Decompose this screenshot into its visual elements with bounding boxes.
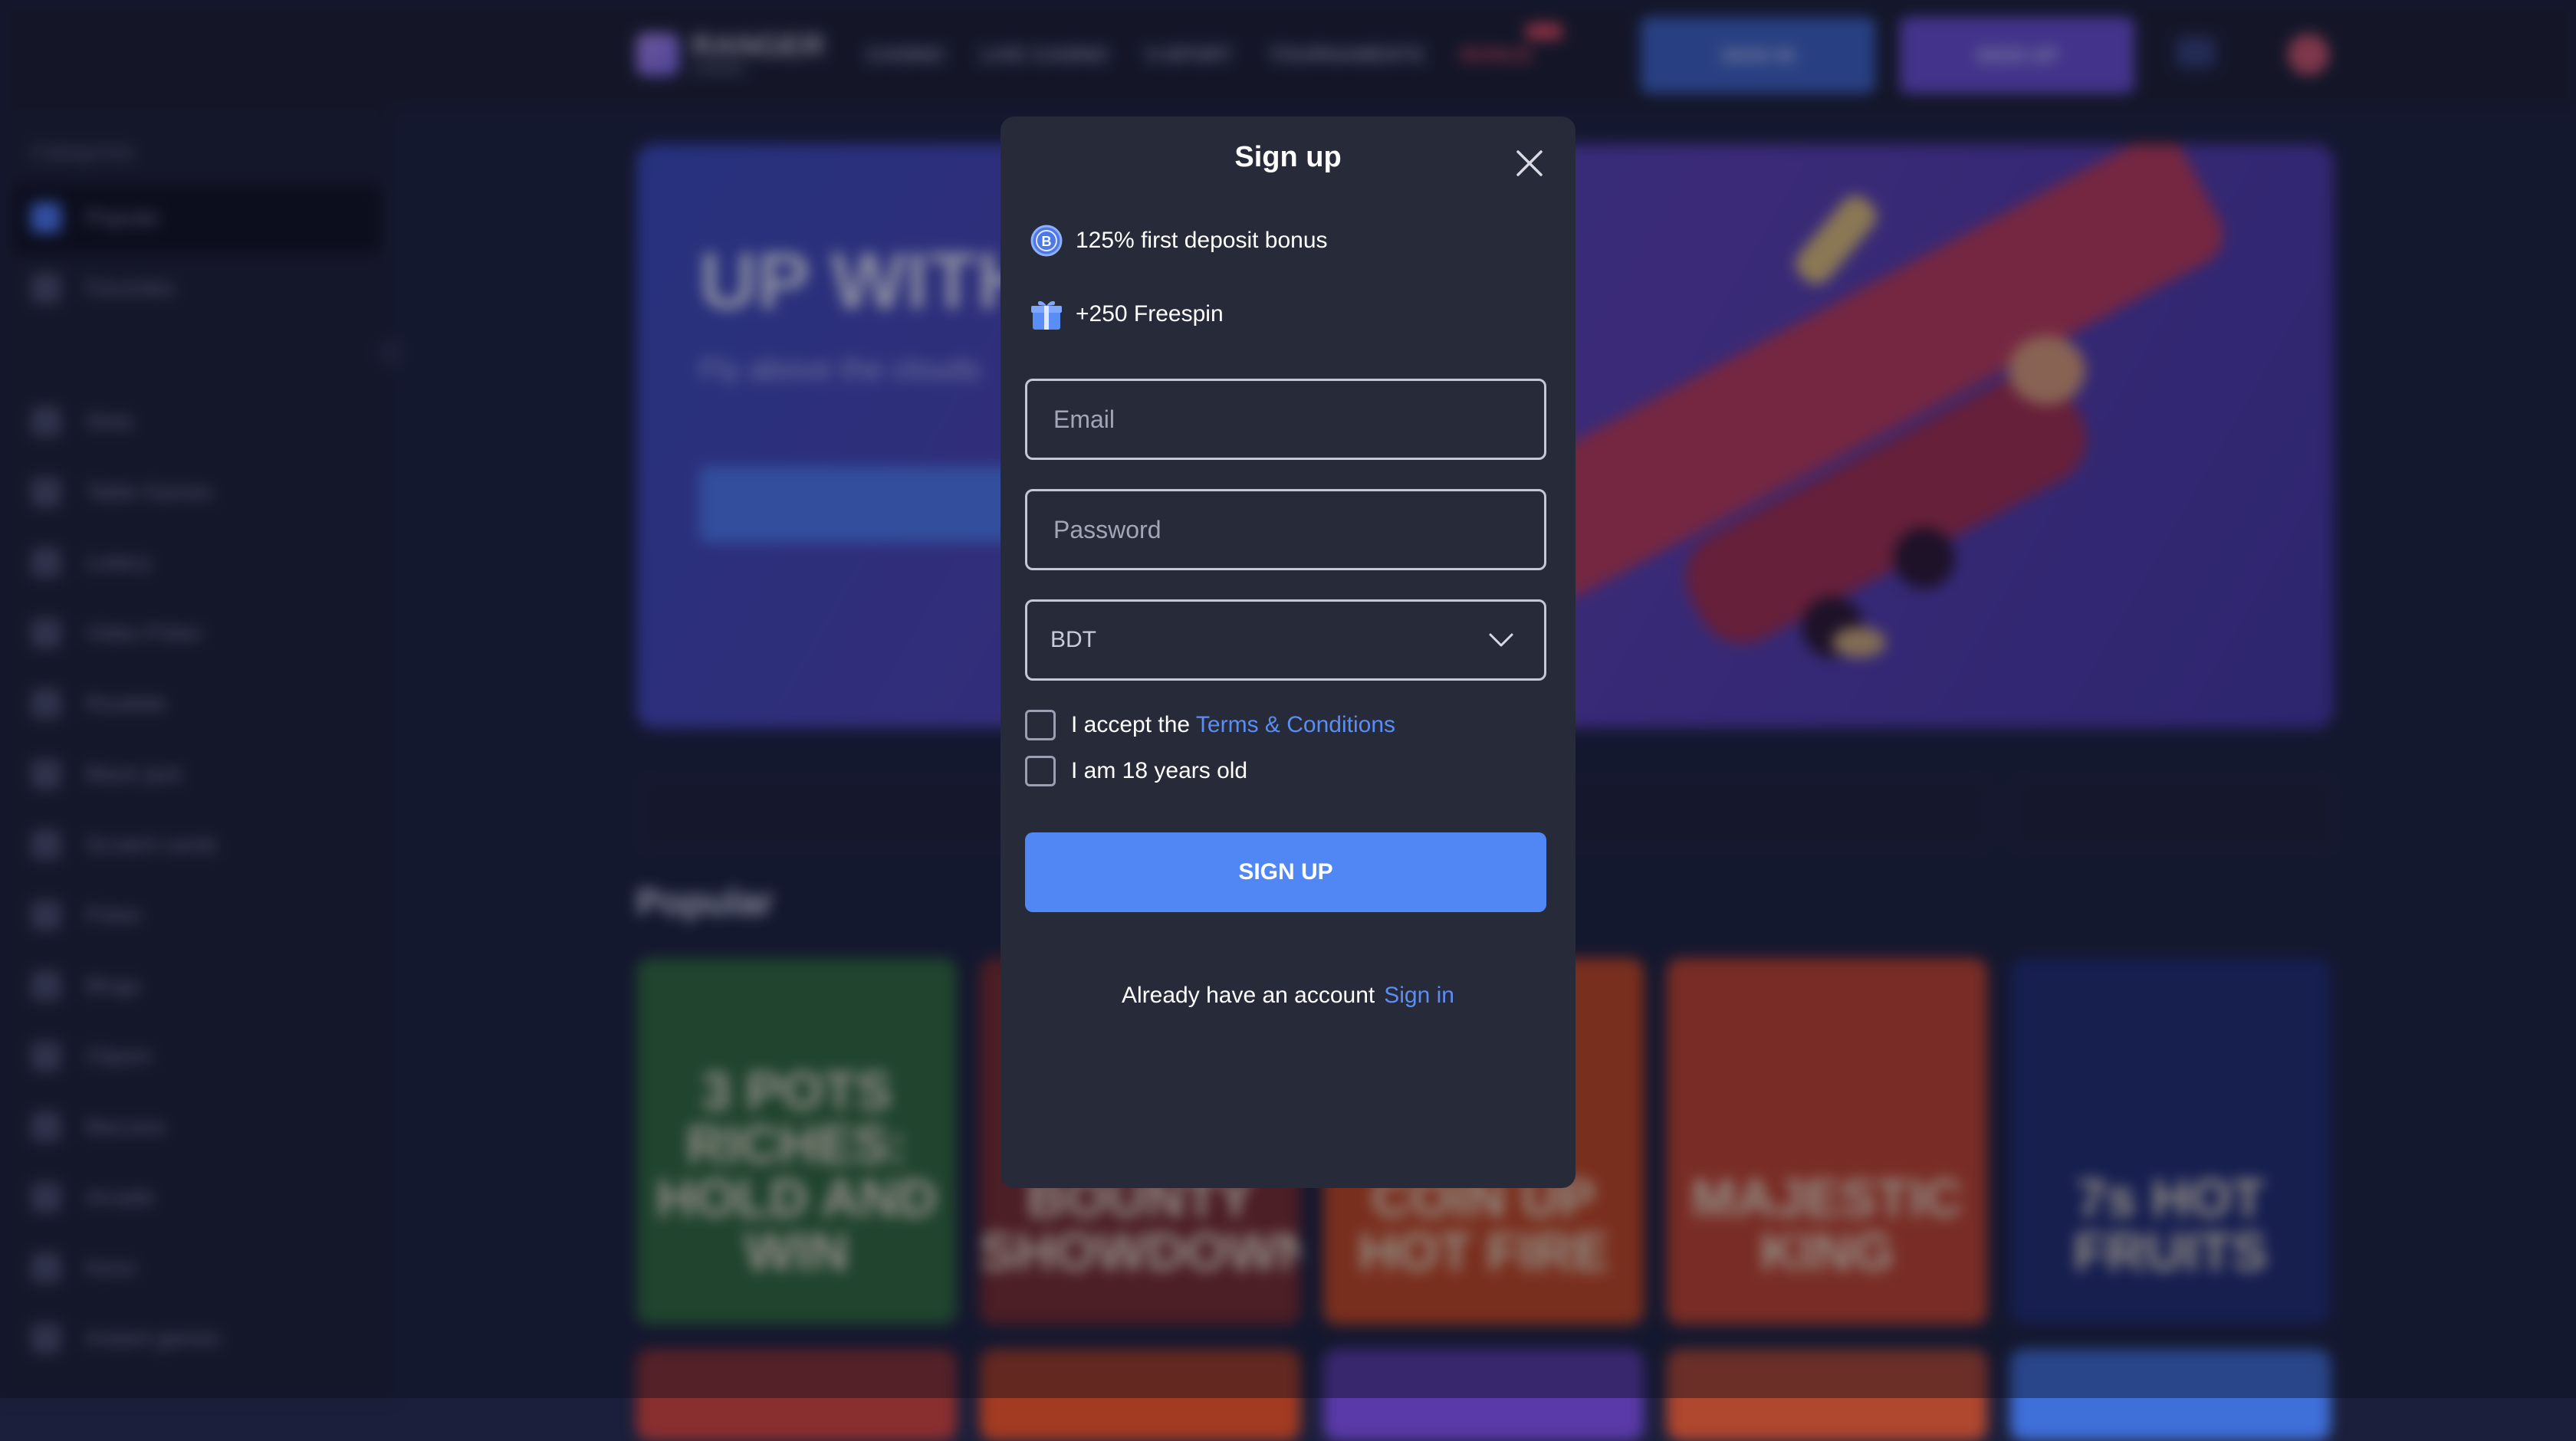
terms-row: I accept the Terms & Conditions [1025,710,1395,740]
terms-label: I accept the Terms & Conditions [1071,712,1395,738]
perk-deposit-bonus: B 125% first deposit bonus [1030,224,1328,258]
age-label: I am 18 years old [1071,758,1248,783]
email-field[interactable] [1025,379,1546,460]
age-checkbox[interactable] [1025,756,1056,786]
already-text: Already have an account [1122,983,1375,1008]
sign-up-modal: Sign up B 125% first deposit bonus +250 … [1001,117,1576,1188]
already-account-row: Already have an account Sign in [1001,983,1576,1009]
bonus-coin-icon: B [1030,225,1063,257]
terms-prefix: I accept the [1071,712,1191,737]
sign-in-link[interactable]: Sign in [1384,983,1454,1008]
password-input[interactable] [1027,491,1544,568]
chevron-down-icon [1489,633,1513,647]
gift-icon [1031,300,1062,330]
email-input[interactable] [1027,381,1544,458]
perk-text: +250 Freespin [1076,301,1224,327]
close-icon[interactable] [1510,144,1549,182]
password-field[interactable] [1025,489,1546,570]
currency-value: BDT [1050,627,1096,652]
perk-text: 125% first deposit bonus [1076,228,1328,253]
modal-title: Sign up [1234,141,1342,173]
svg-text:B: B [1042,234,1052,249]
currency-select[interactable]: BDT [1025,599,1546,681]
age-row: I am 18 years old [1025,756,1247,786]
sign-up-submit-button[interactable]: SIGN UP [1025,832,1546,912]
terms-link[interactable]: Terms & Conditions [1196,712,1395,737]
terms-checkbox[interactable] [1025,710,1056,740]
perk-freespin: +250 Freespin [1030,297,1224,331]
